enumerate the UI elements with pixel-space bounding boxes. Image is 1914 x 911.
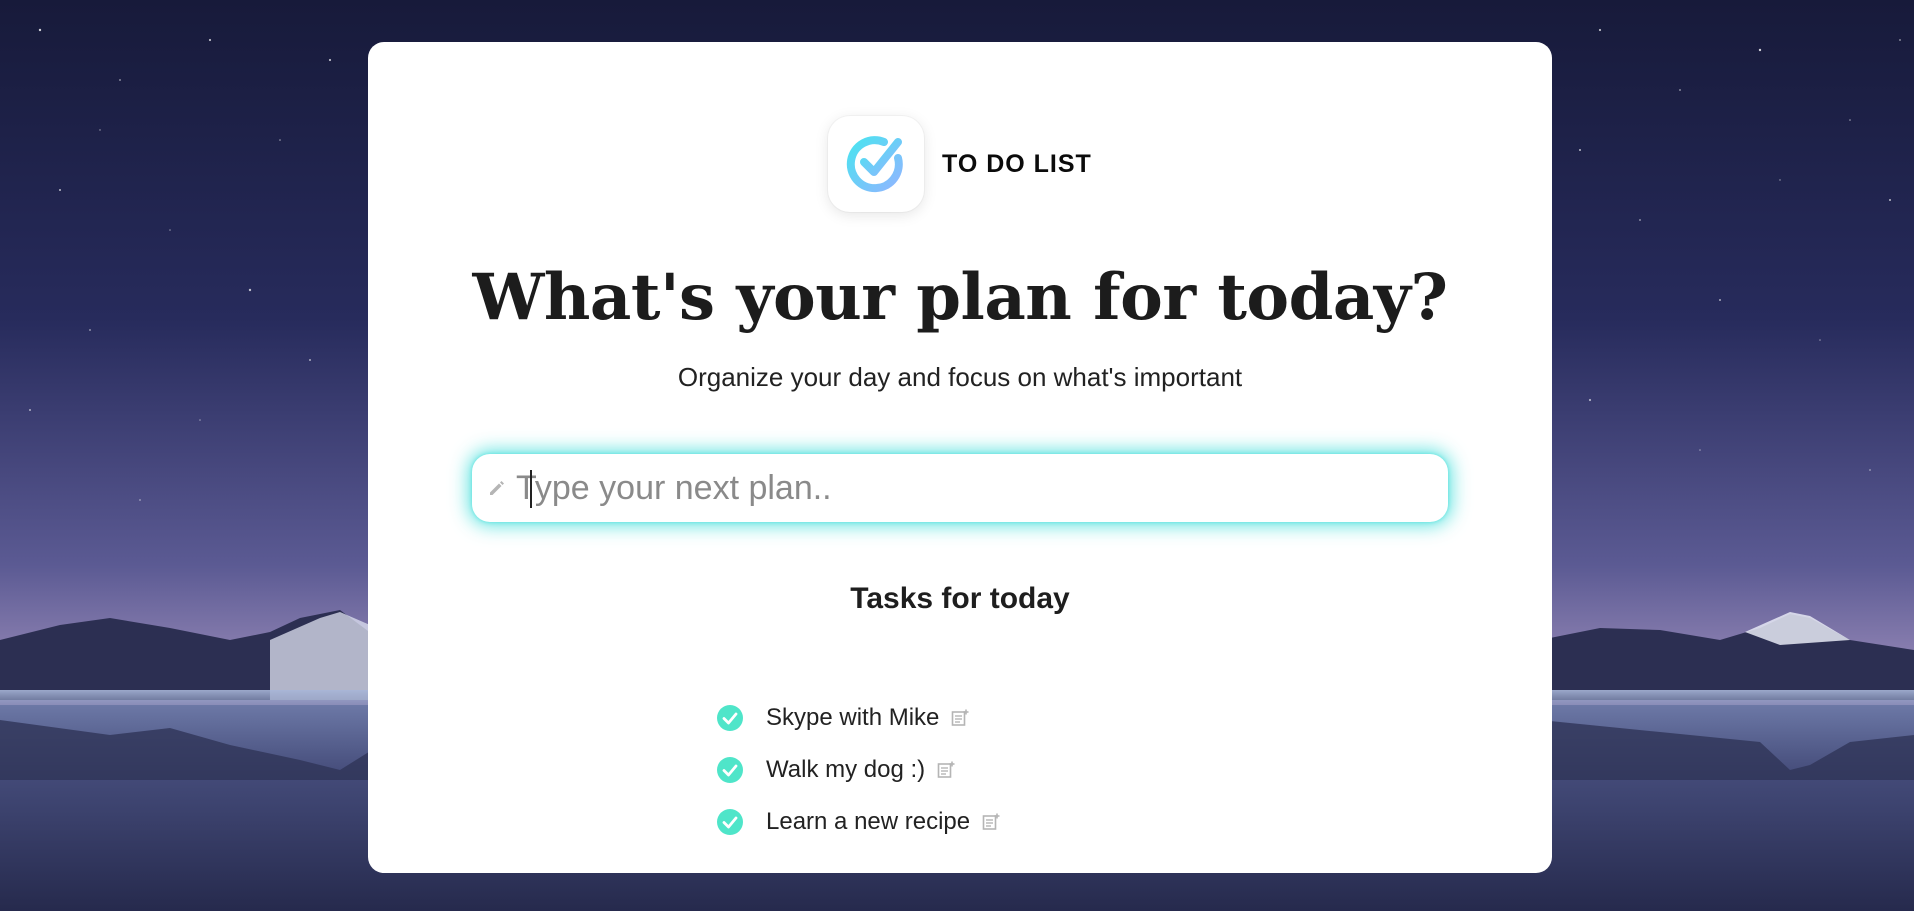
tasks-section-title: Tasks for today bbox=[850, 582, 1070, 615]
text-caret bbox=[530, 470, 532, 508]
brand-header: TO DO LIST bbox=[828, 116, 1092, 212]
task-text: Skype with Mike bbox=[766, 704, 940, 731]
brand-name: TO DO LIST bbox=[942, 149, 1092, 178]
check-circle-icon[interactable] bbox=[716, 756, 744, 784]
note-add-icon[interactable] bbox=[980, 811, 1002, 833]
check-circle-icon bbox=[828, 116, 924, 212]
page-title: What's your plan for today? bbox=[472, 260, 1448, 335]
task-item: Walk my dog :) bbox=[716, 744, 1002, 796]
note-add-icon[interactable] bbox=[935, 759, 957, 781]
task-item: Learn a new recipe bbox=[716, 796, 1002, 848]
new-plan-input-container bbox=[472, 454, 1448, 522]
todo-card: TO DO LIST What's your plan for today? O… bbox=[368, 42, 1552, 873]
new-plan-input[interactable] bbox=[516, 458, 1434, 518]
task-list: Skype with Mike Walk my dog :) Learn a n… bbox=[716, 692, 1002, 848]
task-text: Walk my dog :) bbox=[766, 756, 926, 783]
task-item: Skype with Mike bbox=[716, 692, 1002, 744]
page-subtitle: Organize your day and focus on what's im… bbox=[677, 362, 1243, 392]
check-circle-icon[interactable] bbox=[716, 808, 744, 836]
note-add-icon[interactable] bbox=[949, 707, 971, 729]
check-circle-icon[interactable] bbox=[716, 704, 744, 732]
task-text: Learn a new recipe bbox=[766, 808, 971, 835]
pencil-icon bbox=[484, 475, 510, 501]
